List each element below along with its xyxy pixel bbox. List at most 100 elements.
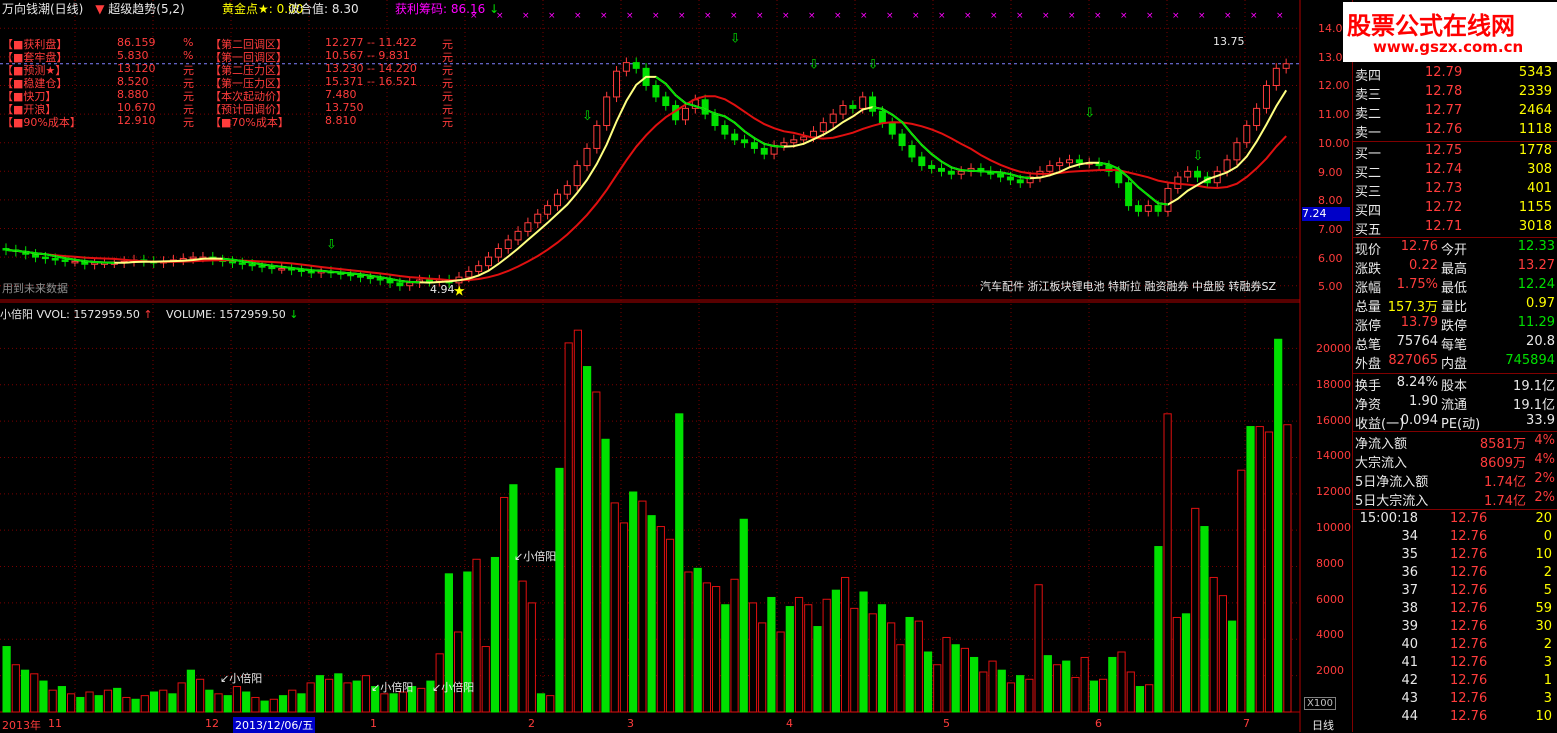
downtrend-segment xyxy=(262,264,272,265)
candle-body xyxy=(525,223,531,232)
flow-label: 5日净流入额 xyxy=(1355,471,1428,490)
volume-bar xyxy=(1017,676,1024,712)
fund-value: 0.094 xyxy=(1401,413,1438,428)
tick-volume: 0 xyxy=(1544,529,1552,544)
volume-bar xyxy=(1118,652,1125,712)
indicator-name[interactable]: 超级趋势(5,2) xyxy=(108,2,184,16)
candle-body xyxy=(791,140,797,143)
bid-price: 12.75 xyxy=(1425,143,1462,158)
volume-bar xyxy=(12,665,19,712)
info-row: 【■90%成本】12.910元 xyxy=(2,114,212,127)
ask-row[interactable]: 卖四12.795343 xyxy=(1353,65,1557,83)
volume-bar xyxy=(814,627,821,712)
candle-body xyxy=(998,174,1004,177)
ask-row[interactable]: 卖三12.782339 xyxy=(1353,84,1557,102)
cross-marker: × xyxy=(1068,11,1076,21)
tick-time: 43 xyxy=(1401,691,1418,706)
volume-bar xyxy=(49,690,56,712)
cross-marker: × xyxy=(1042,11,1050,21)
ask-label: 卖三 xyxy=(1355,84,1381,103)
info-row: 【■套牢盘】5.830% xyxy=(2,49,212,62)
bid-row[interactable]: 买五12.713018 xyxy=(1353,219,1557,237)
downtrend-segment xyxy=(1158,203,1168,204)
volume-bar xyxy=(206,690,213,712)
volume-bar xyxy=(326,679,333,712)
volume-bar xyxy=(952,645,959,712)
volume-bar xyxy=(676,414,683,712)
bid-price: 12.71 xyxy=(1425,219,1462,234)
volume-bar xyxy=(934,665,941,712)
ask-row[interactable]: 卖二12.772464 xyxy=(1353,103,1557,121)
ask-price: 12.77 xyxy=(1425,103,1462,118)
candle-body xyxy=(623,63,629,72)
ask-label: 卖一 xyxy=(1355,122,1381,141)
candle-body xyxy=(1116,171,1122,182)
info-value: 13.120 xyxy=(117,62,156,75)
volume-bar xyxy=(169,694,176,712)
cross-marker: × xyxy=(912,11,920,21)
cross-marker: × xyxy=(1094,11,1102,21)
volume-bar xyxy=(685,572,692,712)
bid-row[interactable]: 买四12.721155 xyxy=(1353,200,1557,218)
stat-value: 20.8 xyxy=(1526,334,1555,349)
candle-body xyxy=(1244,126,1250,143)
stat-row: 涨停13.79跌停11.29 xyxy=(1353,315,1557,333)
volume-bar xyxy=(924,652,931,712)
fund-label: 股本 xyxy=(1441,375,1467,394)
tick-price: 12.76 xyxy=(1450,691,1487,706)
cross-marker: × xyxy=(600,11,608,21)
volume-bar xyxy=(565,343,572,712)
stat-label: 现价 xyxy=(1355,239,1381,258)
fund-value: 19.1亿 xyxy=(1513,394,1555,413)
arrow-icon: ↙ xyxy=(220,672,229,685)
bid-row[interactable]: 买二12.74308 xyxy=(1353,162,1557,180)
fund-label: 换手 xyxy=(1355,375,1381,394)
volume-tick-label: 14000 xyxy=(1316,449,1351,462)
volume-tick-label: 4000 xyxy=(1316,628,1344,641)
volume-bar xyxy=(224,696,231,712)
volume-bar xyxy=(602,439,609,712)
tick-volume: 3 xyxy=(1544,691,1552,706)
candle-body xyxy=(722,126,728,135)
candle-body xyxy=(653,86,659,97)
bid-price: 12.73 xyxy=(1425,181,1462,196)
volume-bar xyxy=(132,699,139,712)
signal-text: 小倍阳 xyxy=(523,550,556,563)
volume-bar xyxy=(21,670,28,712)
cross-marker: × xyxy=(1120,11,1128,21)
tick-price: 12.76 xyxy=(1450,655,1487,670)
volume-bar xyxy=(703,583,710,712)
candle-body xyxy=(810,131,816,137)
tick-row: 4112.763 xyxy=(1353,655,1557,673)
ask-row[interactable]: 卖一12.761118 xyxy=(1353,122,1557,140)
cross-marker: × xyxy=(652,11,660,21)
volume-bar xyxy=(1100,679,1107,712)
volume-bar xyxy=(593,392,600,712)
downtrend-segment xyxy=(272,266,282,267)
volume-bar xyxy=(123,697,130,712)
cross-marker: × xyxy=(1224,11,1232,21)
stat-value: 157.3万 xyxy=(1388,296,1438,315)
tick-row: 3612.762 xyxy=(1353,565,1557,583)
volume-bar xyxy=(160,690,167,712)
volume-bar xyxy=(353,681,360,712)
bid-row[interactable]: 买一12.751778 xyxy=(1353,143,1557,161)
candle-body xyxy=(62,260,68,262)
candle-body xyxy=(190,257,196,259)
downtrend-segment xyxy=(981,171,991,172)
tick-row: 3712.765 xyxy=(1353,583,1557,601)
candle-body xyxy=(712,114,718,125)
volume-bar xyxy=(215,694,222,712)
candle-body xyxy=(948,171,954,174)
sector-tags[interactable]: 汽车配件 浙江板块锂电池 特斯拉 融资融券 中盘股 转融券SZ xyxy=(980,278,1276,294)
candle-body xyxy=(830,114,836,123)
volume-bar xyxy=(381,694,388,712)
volume-bar xyxy=(501,497,508,712)
period-label[interactable]: 日线 xyxy=(1312,717,1334,733)
bid-row[interactable]: 买三12.73401 xyxy=(1353,181,1557,199)
candle-body xyxy=(1283,64,1289,69)
volume-bar xyxy=(1219,596,1226,712)
price-tick-label: 12.00 xyxy=(1318,79,1350,92)
volume-bar xyxy=(722,605,729,712)
volume-bar xyxy=(1201,527,1208,712)
